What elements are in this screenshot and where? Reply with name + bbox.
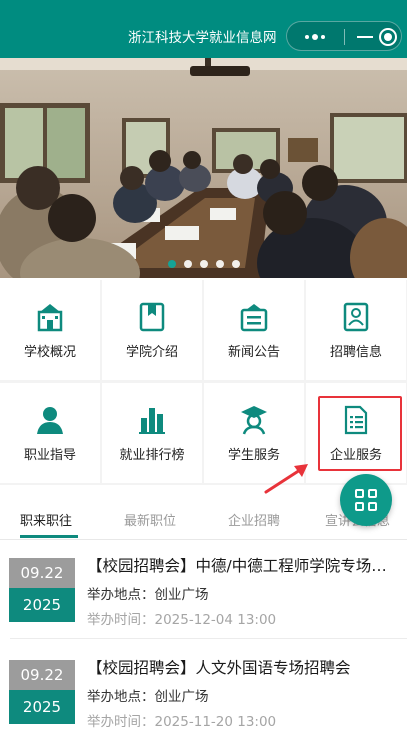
list-item[interactable]: 09.22 2025 【校园招聘会】人文外国语专场招聘会 举办地点：创业广场 举… (0, 659, 407, 729)
menu-item-label: 新闻公告 (227, 345, 280, 360)
page-title: 浙江科技大学就业信息网 (128, 30, 277, 46)
item-title: 【校园招聘会】人文外国语专场招聘会 (87, 659, 351, 677)
minimize-button[interactable] (350, 24, 380, 50)
floating-menu-button[interactable] (340, 474, 392, 526)
mini-program-page: 浙江科技大学就业信息网 学校概况 学院介绍 新闻公告 招聘信息 职业指导 就业排… (0, 0, 407, 729)
menu-item-label: 学校概况 (23, 345, 76, 360)
capsule-divider (344, 29, 345, 45)
item-time: 举办时间：2025-11-20 13:00 (87, 714, 277, 729)
bar-chart-icon (139, 408, 165, 434)
menu-item-employment-ranking[interactable]: 就业排行榜 (102, 383, 202, 483)
more-menu-button[interactable] (295, 24, 335, 50)
close-mini-program-button[interactable] (379, 28, 397, 46)
date-badge: 09.22 2025 (9, 660, 75, 724)
item-location: 举办地点：创业广场 (87, 587, 209, 603)
carousel-dot[interactable] (232, 260, 240, 268)
tab-career[interactable]: 职来职往 (20, 510, 72, 529)
highlight-box (318, 396, 402, 471)
mini-program-capsule (286, 21, 402, 51)
menu-item-recruitment-info[interactable]: 招聘信息 (306, 280, 406, 380)
annotation-arrow-icon (264, 464, 308, 494)
menu-item-school-overview[interactable]: 学校概况 (0, 280, 100, 380)
menu-item-label: 学院介绍 (125, 345, 178, 360)
resume-icon (343, 302, 369, 332)
banner-carousel[interactable] (0, 58, 407, 278)
grid-icon (355, 489, 377, 511)
date-badge: 09.22 2025 (9, 558, 75, 622)
menu-item-career-guidance[interactable]: 职业指导 (0, 383, 100, 483)
menu-item-news[interactable]: 新闻公告 (204, 280, 304, 380)
item-title: 【校园招聘会】中德/中德工程师学院专场招聘会 (87, 557, 402, 575)
carousel-dot[interactable] (168, 260, 176, 268)
school-building-icon (37, 304, 63, 332)
date-year: 2025 (9, 588, 75, 622)
date-month-day: 09.22 (9, 558, 75, 588)
graduate-icon (241, 406, 267, 435)
menu-item-label: 就业排行榜 (119, 448, 185, 463)
tab-company-recruitment[interactable]: 企业招聘 (228, 510, 280, 529)
menu-item-label: 职业指导 (23, 448, 76, 463)
menu-item-label: 招聘信息 (329, 345, 382, 360)
item-time: 举办时间：2025-12-04 13:00 (87, 612, 277, 628)
item-location: 举办地点：创业广场 (87, 689, 209, 705)
book-icon (139, 302, 165, 332)
top-navigation-bar: 浙江科技大学就业信息网 (0, 0, 407, 58)
carousel-indicators (168, 260, 240, 268)
date-year: 2025 (9, 690, 75, 724)
carousel-dot[interactable] (200, 260, 208, 268)
active-tab-indicator (20, 535, 78, 538)
news-board-icon (240, 304, 268, 332)
tab-latest-jobs[interactable]: 最新职位 (124, 510, 176, 529)
banner-photo (0, 58, 407, 278)
list-item[interactable]: 09.22 2025 【校园招聘会】中德/中德工程师学院专场招聘会 举办地点：创… (0, 557, 407, 658)
carousel-dot[interactable] (184, 260, 192, 268)
list-divider (10, 638, 407, 639)
carousel-dot[interactable] (216, 260, 224, 268)
date-month-day: 09.22 (9, 660, 75, 690)
menu-item-college-intro[interactable]: 学院介绍 (102, 280, 202, 380)
person-icon (37, 407, 63, 434)
